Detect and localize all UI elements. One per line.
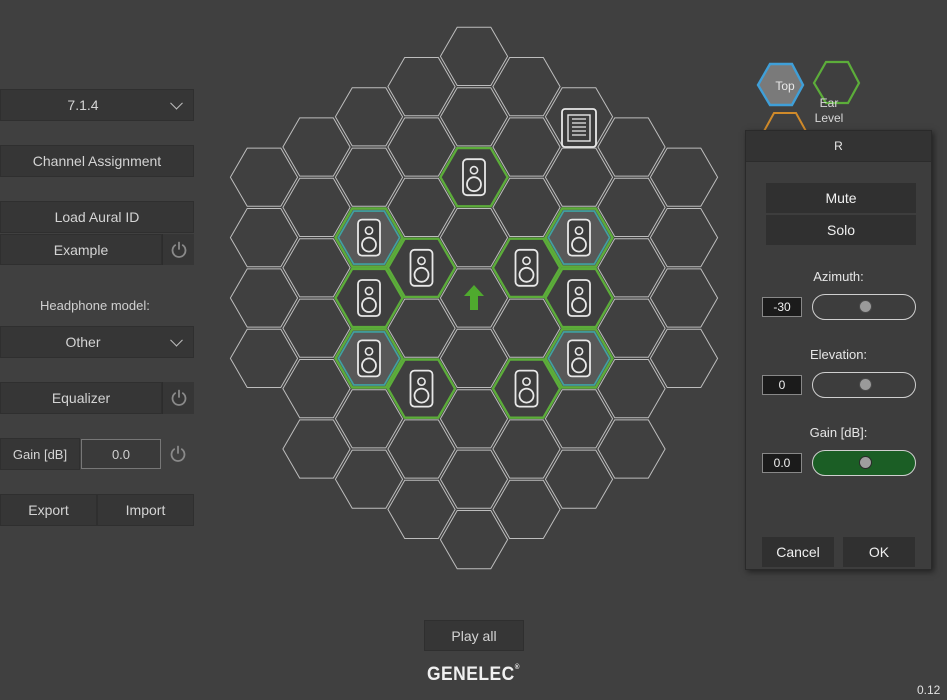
empty-hex-slot[interactable] (229, 147, 299, 207)
empty-hex-slot[interactable] (282, 419, 351, 479)
ok-button[interactable]: OK (843, 537, 915, 567)
empty-hex-slot[interactable] (229, 328, 299, 388)
empty-hex-slot[interactable] (282, 117, 351, 177)
empty-hex-slot[interactable] (597, 117, 666, 177)
empty-hex-slot[interactable] (439, 26, 509, 86)
gain-db-slider[interactable] (812, 450, 916, 476)
gain-db-slider-knob[interactable] (859, 456, 872, 469)
layer-top-label: Top (775, 79, 795, 93)
empty-hex-slot[interactable] (649, 328, 719, 388)
listener-direction-arrow-icon (464, 285, 484, 310)
azimuth-slider-knob[interactable] (859, 300, 872, 313)
empty-hex-slot[interactable] (387, 479, 456, 539)
dialog-title: R (746, 131, 931, 162)
gain-db-label: Gain [dB]: (809, 425, 868, 440)
azimuth-label: Azimuth: (813, 269, 864, 284)
subwoofer-icon[interactable] (561, 108, 597, 148)
empty-hex-slot[interactable] (439, 87, 509, 147)
empty-hex-slot[interactable] (492, 57, 561, 117)
speaker-icon[interactable] (567, 218, 591, 257)
empty-hex-slot[interactable] (649, 208, 719, 268)
elevation-slider-knob[interactable] (859, 378, 872, 391)
azimuth-input[interactable]: -30 (762, 297, 802, 317)
elevation-slider[interactable] (812, 372, 916, 398)
empty-hex-slot[interactable] (439, 510, 509, 570)
empty-hex-slot[interactable] (597, 419, 666, 479)
empty-hex-slot[interactable] (649, 147, 719, 207)
play-all-label: Play all (451, 627, 497, 644)
speaker-icon[interactable] (567, 279, 591, 317)
azimuth-slider[interactable] (812, 294, 916, 320)
speaker-icon[interactable] (514, 369, 539, 408)
elevation-input[interactable]: 0 (762, 375, 802, 395)
empty-hex-slot[interactable] (544, 449, 614, 509)
empty-hex-slot[interactable] (387, 419, 456, 479)
speaker-icon[interactable] (409, 369, 434, 408)
empty-hex-slot[interactable] (649, 268, 719, 328)
solo-button[interactable]: Solo (766, 215, 916, 245)
genelec-logo: GENELEC® (427, 664, 520, 685)
layer-ear-label: Ear (820, 96, 839, 110)
play-all-button[interactable]: Play all (424, 620, 524, 651)
brand-text: GENELEC (427, 664, 515, 685)
empty-hex-slot[interactable] (492, 479, 561, 539)
speaker-icon[interactable] (462, 158, 486, 197)
speaker-icon[interactable] (357, 279, 381, 317)
empty-hex-slot[interactable] (334, 147, 404, 207)
speaker-icon[interactable] (357, 218, 381, 257)
speaker-icon[interactable] (567, 339, 591, 378)
speaker-icon[interactable] (514, 248, 539, 287)
elevation-label: Elevation: (809, 347, 868, 362)
speaker-icon[interactable] (357, 339, 381, 378)
empty-hex-slot[interactable] (229, 268, 299, 328)
gain-db-input[interactable]: 0.0 (762, 453, 802, 473)
empty-hex-slot[interactable] (334, 87, 404, 147)
empty-hex-slot[interactable] (229, 208, 299, 268)
empty-hex-slot[interactable] (492, 419, 561, 479)
empty-hex-slot[interactable] (334, 449, 404, 509)
cancel-button[interactable]: Cancel (762, 537, 834, 567)
channel-settings-dialog: R Mute Solo Azimuth: -30 Elevation: 0 Ga… (745, 130, 932, 570)
mute-button[interactable]: Mute (766, 183, 916, 213)
empty-hex-slot[interactable] (544, 147, 614, 207)
layer-level-label: Level (815, 111, 844, 125)
speaker-icon[interactable] (409, 248, 434, 287)
empty-hex-slot[interactable] (439, 449, 509, 509)
version-label: 0.12 (917, 683, 941, 697)
empty-hex-slot[interactable] (387, 57, 456, 117)
